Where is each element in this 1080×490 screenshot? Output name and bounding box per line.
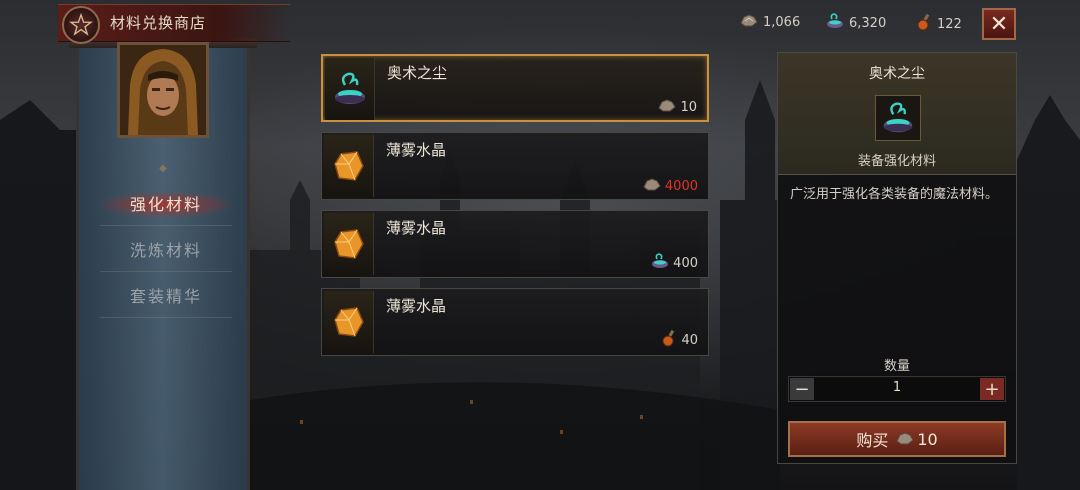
merchant-portrait-avatar (117, 42, 209, 138)
item-price-value: 40 (681, 332, 698, 348)
quantity-stepper: − 1 + (788, 376, 1006, 402)
potion-icon (916, 13, 932, 35)
pentagram-emblem-icon (62, 6, 100, 44)
detail-item-name: 奥术之尘 (869, 66, 925, 82)
shop-item-mist-crystal[interactable]: 薄雾水晶 4000 (321, 132, 709, 200)
item-price: 10 (658, 98, 697, 116)
detail-description: 广泛用于强化各类装备的魔法材料。 (790, 187, 999, 202)
item-price: 4000 (643, 177, 698, 195)
crystal-icon (324, 213, 374, 275)
currency-potion: 122 (916, 13, 962, 35)
currency-ore-amount: 1,066 (763, 14, 801, 30)
arcane-dust-icon (325, 58, 375, 120)
ore-icon (740, 13, 758, 31)
shop-item-list: 奥术之尘 10 薄雾水晶 4000 薄雾水晶 400 薄雾水晶 40 (321, 54, 709, 366)
quantity-label: 数量 (883, 359, 910, 374)
item-name: 奥术之尘 (387, 64, 448, 82)
buy-button[interactable]: 购买 10 (788, 421, 1006, 457)
item-price: 400 (651, 253, 698, 273)
shop-item-arcane-dust[interactable]: 奥术之尘 10 (321, 54, 709, 122)
item-name: 薄雾水晶 (386, 297, 447, 315)
arcane-dust-icon (875, 95, 921, 141)
buy-price: 10 (896, 429, 938, 449)
quantity-increase-button[interactable]: + (980, 378, 1004, 400)
tab-reforge-materials[interactable]: 洗炼材料 (100, 226, 232, 272)
tab-enhance-materials[interactable]: 强化材料 (100, 180, 232, 226)
dust-bowl-icon (826, 13, 844, 33)
item-price-value: 10 (680, 99, 697, 115)
quantity-decrease-button[interactable]: − (790, 378, 814, 400)
ornament-divider: ◆ (159, 163, 167, 174)
page-title: 材料兑换商店 (110, 14, 207, 32)
currency-ore: 1,066 (740, 13, 800, 31)
item-price-value: 4000 (664, 178, 698, 194)
potion-icon (661, 329, 677, 351)
crystal-icon (324, 291, 374, 353)
shop-item-mist-crystal[interactable]: 薄雾水晶 40 (321, 288, 709, 356)
ore-icon (658, 98, 677, 116)
item-name: 薄雾水晶 (386, 141, 447, 159)
item-price: 40 (661, 329, 698, 351)
buy-price-value: 10 (917, 429, 938, 449)
item-price-value: 400 (673, 255, 698, 271)
dust-bowl-icon (651, 253, 669, 273)
ore-icon (896, 430, 914, 449)
buy-button-label: 购买 (856, 431, 889, 450)
detail-header: 奥术之尘 装备强化材料 (778, 53, 1016, 175)
ore-icon (643, 177, 661, 195)
tab-set-essence[interactable]: 套装精华 (100, 272, 232, 318)
close-button[interactable]: ✕ (982, 8, 1016, 40)
item-detail-panel: 奥术之尘 装备强化材料 广泛用于强化各类装备的魔法材料。 数量 − 1 + 购买… (777, 52, 1017, 464)
shop-item-mist-crystal[interactable]: 薄雾水晶 400 (321, 210, 709, 278)
currency-dust-amount: 6,320 (849, 15, 887, 31)
item-name: 薄雾水晶 (386, 219, 447, 237)
currency-potion-amount: 122 (937, 16, 962, 32)
category-tabs: 强化材料 洗炼材料 套装精华 (100, 180, 232, 318)
detail-item-type: 装备强化材料 (857, 154, 936, 169)
quantity-value[interactable]: 1 (819, 380, 975, 395)
crystal-icon (324, 135, 374, 197)
currency-dust: 6,320 (826, 13, 886, 33)
